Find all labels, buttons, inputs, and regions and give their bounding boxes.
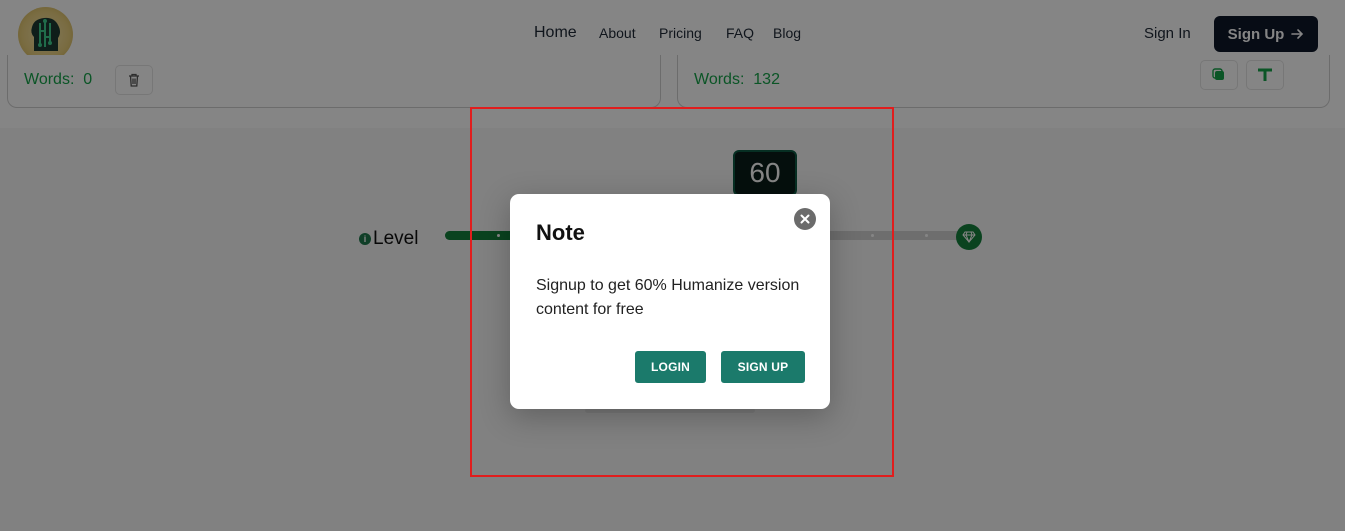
dialog-message: Signup to get 60% Humanize version conte… [536,277,800,318]
dialog-sign-up-button[interactable]: SIGN UP [721,351,805,383]
login-button[interactable]: LOGIN [635,351,706,383]
note-dialog: Note Signup to get 60% Humanize version … [510,194,830,409]
dialog-close-button[interactable] [794,208,816,230]
dialog-title: Note [536,220,585,245]
close-icon [800,214,810,224]
